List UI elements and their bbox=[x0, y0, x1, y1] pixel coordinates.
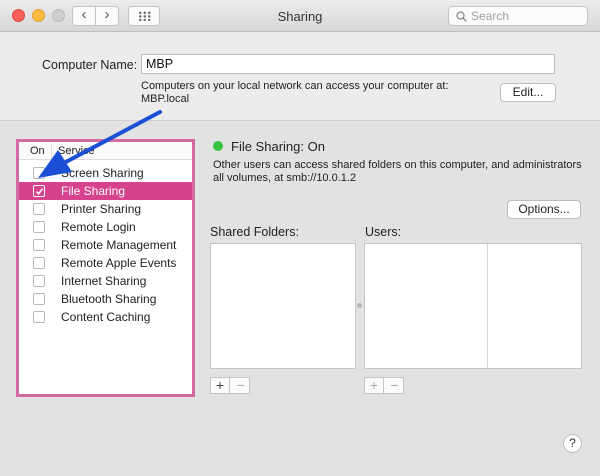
service-checkbox[interactable] bbox=[33, 221, 45, 233]
search-input[interactable] bbox=[471, 9, 581, 23]
add-shared-folder-button[interactable]: + bbox=[211, 378, 230, 393]
column-divider bbox=[51, 144, 52, 158]
service-item-remote-login[interactable]: Remote Login bbox=[19, 218, 192, 236]
service-checkbox[interactable] bbox=[33, 185, 45, 197]
users-column-divider bbox=[487, 244, 488, 368]
service-label: Content Caching bbox=[61, 310, 151, 324]
service-item-printer-sharing[interactable]: Printer Sharing bbox=[19, 200, 192, 218]
split-view-handle[interactable] bbox=[357, 303, 362, 308]
computer-name-input[interactable] bbox=[141, 54, 555, 74]
computer-name-description: Computers on your local network can acce… bbox=[141, 80, 449, 106]
service-label: Internet Sharing bbox=[61, 274, 147, 288]
service-label: Screen Sharing bbox=[61, 166, 144, 180]
service-label: Remote Apple Events bbox=[61, 256, 177, 270]
service-label: Bluetooth Sharing bbox=[61, 292, 157, 306]
options-button[interactable]: Options... bbox=[507, 200, 581, 219]
computer-name-label: Computer Name: bbox=[42, 58, 138, 72]
add-user-button[interactable]: + bbox=[365, 378, 384, 393]
service-label: Printer Sharing bbox=[61, 202, 142, 216]
users-add-remove: + − bbox=[364, 377, 404, 394]
service-label: File Sharing bbox=[61, 184, 126, 198]
header-service[interactable]: Service bbox=[58, 145, 95, 157]
service-checkbox[interactable] bbox=[33, 293, 45, 305]
help-button[interactable]: ? bbox=[563, 434, 582, 453]
edit-button[interactable]: Edit... bbox=[500, 83, 556, 102]
shared-folders-label: Shared Folders: bbox=[210, 225, 299, 239]
service-item-bluetooth-sharing[interactable]: Bluetooth Sharing bbox=[19, 290, 192, 308]
users-label: Users: bbox=[365, 225, 402, 239]
service-checkbox[interactable] bbox=[33, 203, 45, 215]
users-list[interactable] bbox=[364, 243, 582, 369]
shared-folders-list[interactable] bbox=[210, 243, 356, 369]
service-label: Remote Management bbox=[61, 238, 177, 252]
status-indicator-icon bbox=[213, 141, 223, 151]
computer-name-section bbox=[0, 33, 600, 119]
local-hostname: MBP.local bbox=[141, 93, 190, 105]
service-checkbox[interactable] bbox=[33, 257, 45, 269]
sharing-address: all volumes, at smb://10.0.1.2 bbox=[213, 172, 357, 184]
service-list-header: On Service bbox=[19, 142, 192, 160]
service-item-remote-management[interactable]: Remote Management bbox=[19, 236, 192, 254]
shared-folders-add-remove: + − bbox=[210, 377, 250, 394]
sharing-status: File Sharing: On bbox=[231, 139, 325, 154]
computer-name-description-line: Computers on your local network can acce… bbox=[141, 80, 449, 92]
remove-user-button[interactable]: − bbox=[385, 378, 404, 393]
service-item-remote-apple-events[interactable]: Remote Apple Events bbox=[19, 254, 192, 272]
service-label: Remote Login bbox=[61, 220, 136, 234]
service-item-content-caching[interactable]: Content Caching bbox=[19, 308, 192, 326]
remove-shared-folder-button[interactable]: − bbox=[231, 378, 250, 393]
service-item-internet-sharing[interactable]: Internet Sharing bbox=[19, 272, 192, 290]
service-list: On Service Screen Sharing File Sharing Pri… bbox=[16, 139, 195, 397]
service-checkbox[interactable] bbox=[33, 167, 45, 179]
service-checkbox[interactable] bbox=[33, 311, 45, 323]
service-item-file-sharing[interactable]: File Sharing bbox=[19, 182, 192, 200]
sharing-description-line: Other users can access shared folders on… bbox=[213, 159, 582, 171]
service-checkbox[interactable] bbox=[33, 275, 45, 287]
sharing-description: Other users can access shared folders on… bbox=[213, 159, 583, 185]
checkmark-icon bbox=[35, 188, 44, 195]
service-checkbox[interactable] bbox=[33, 239, 45, 251]
header-on[interactable]: On bbox=[30, 145, 45, 157]
search-field[interactable] bbox=[448, 6, 588, 26]
title-bar: ‹ › Sharing bbox=[0, 0, 600, 32]
service-item-screen-sharing[interactable]: Screen Sharing bbox=[19, 164, 192, 182]
search-icon bbox=[456, 11, 467, 22]
